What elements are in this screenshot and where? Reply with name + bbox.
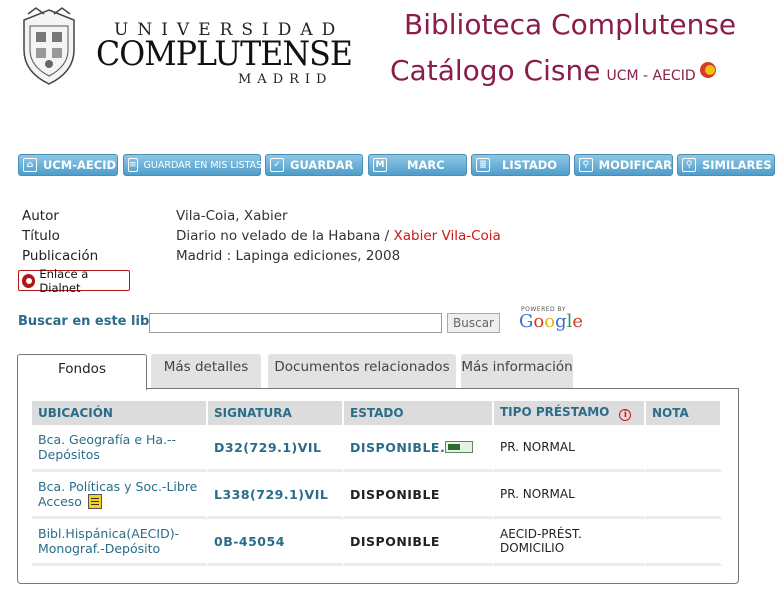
signatura-link[interactable]: L338(729.1)VIL xyxy=(208,472,344,519)
col-signatura: SIGNATURA xyxy=(208,401,344,425)
col-tipo-prestamo: TIPO PRÉSTAMO i xyxy=(494,401,646,425)
google-logo-icon: Google xyxy=(519,311,584,332)
estado-text[interactable]: DISPONIBLE. xyxy=(350,440,445,455)
title-author-link[interactable]: Xabier Vila-Coia xyxy=(394,228,501,244)
tab-mas-informacion[interactable]: Más información xyxy=(461,354,573,388)
search-button[interactable]: Buscar xyxy=(447,313,500,333)
save-button[interactable]: ✓ GUARDAR xyxy=(265,154,363,176)
dialnet-label: Enlace a Dialnet xyxy=(39,266,89,295)
ubicacion-link[interactable]: Bibl.Hispánica(AECID)-Monograf.-Depósito xyxy=(32,519,208,566)
col-estado: ESTADO xyxy=(344,401,494,425)
author-link[interactable]: Vila-Coia, Xabier xyxy=(176,206,288,226)
logo-complutense-text: COMPLUTENSE xyxy=(96,34,353,74)
tab-mas-detalles[interactable]: Más detalles xyxy=(151,354,261,388)
university-crest-icon xyxy=(23,7,75,85)
tab-documentos-relacionados[interactable]: Documentos relacionados xyxy=(268,354,456,388)
tipo-prestamo-cell: AECID-PRÉST. DOMICILIO xyxy=(494,519,646,566)
ucm-aecid-logo-icon xyxy=(699,62,716,78)
search-in-book-label: Buscar en este libro: xyxy=(18,314,170,329)
nota-cell xyxy=(646,425,722,472)
list-icon: ≣ xyxy=(476,158,490,172)
publication-value: Madrid : Lapinga ediciones, 2008 xyxy=(176,248,401,264)
search-modify-icon: ⚲ xyxy=(579,158,593,172)
search-in-book-input[interactable] xyxy=(149,313,442,333)
similar-button[interactable]: ⚲ SIMILARES xyxy=(677,154,775,176)
save-to-lists-button[interactable]: ≡ GUARDAR EN MIS LISTAS xyxy=(123,154,263,176)
publication-label: Publicación xyxy=(22,248,99,264)
tab-fondos[interactable]: Fondos xyxy=(17,354,147,390)
home-icon: ⌂ xyxy=(23,158,37,172)
ucm-logo[interactable]: UNIVERSIDAD COMPLUTENSE MADRID xyxy=(16,6,353,88)
action-toolbar: ⌂ UCM-AECID ≡ GUARDAR EN MIS LISTAS ✓ GU… xyxy=(0,154,783,178)
title-text: Diario no velado de la Habana / xyxy=(176,228,394,244)
dialnet-icon xyxy=(22,273,36,288)
check-icon: ✓ xyxy=(270,158,284,172)
catalog-title: Catálogo Cisne UCM - AECID xyxy=(390,54,716,87)
holdings-header-row: UBICACIÓN SIGNATURA ESTADO TIPO PRÉSTAMO… xyxy=(32,401,722,425)
ubicacion-link[interactable]: Bca. Políticas y Soc.-Libre Acceso xyxy=(38,479,197,509)
modify-search-button[interactable]: ⚲ MODIFICAR xyxy=(574,154,673,176)
catalog-name: Catálogo Cisne xyxy=(390,54,601,87)
table-row: Bca. Políticas y Soc.-Libre Acceso L338(… xyxy=(32,472,722,519)
save-to-lists-button-label: GUARDAR EN MIS LISTAS xyxy=(143,159,263,171)
nota-cell xyxy=(646,472,722,519)
tab-mas-informacion-label: Más información xyxy=(461,359,573,375)
nota-cell xyxy=(646,519,722,566)
list-save-icon: ≡ xyxy=(128,158,138,172)
estado-text: DISPONIBLE xyxy=(344,519,494,566)
table-row: Bca. Geografía e Ha.-- Depósitos D32(729… xyxy=(32,425,722,472)
availability-check-icon[interactable] xyxy=(445,440,474,453)
marc-icon: M xyxy=(373,158,387,172)
table-row: Bibl.Hispánica(AECID)-Monograf.-Depósito… xyxy=(32,519,722,566)
search-similar-icon: ⚲ xyxy=(682,158,696,172)
list-button-label: LISTADO xyxy=(502,158,558,172)
shelf-info-icon[interactable] xyxy=(87,494,102,509)
logo-madrid-text: MADRID xyxy=(238,72,333,87)
estado-text: DISPONIBLE xyxy=(344,472,494,519)
library-title: Biblioteca Complutense xyxy=(404,8,737,41)
title-value: Diario no velado de la Habana / Xabier V… xyxy=(176,226,501,246)
ucm-aecid-button[interactable]: ⌂ UCM-AECID xyxy=(18,154,118,176)
tipo-prestamo-cell: PR. NORMAL xyxy=(494,472,646,519)
tab-documentos-relacionados-label: Documentos relacionados xyxy=(274,359,450,375)
tipo-prestamo-cell: PR. NORMAL xyxy=(494,425,646,472)
ubicacion-link[interactable]: Bca. Geografía e Ha.-- Depósitos xyxy=(32,425,208,472)
author-label: Autor xyxy=(22,208,59,224)
signatura-link[interactable]: D32(729.1)VIL xyxy=(208,425,344,472)
col-tipo-prestamo-label: TIPO PRÉSTAMO xyxy=(500,405,610,419)
ucm-aecid-button-label: UCM-AECID xyxy=(43,158,117,172)
tab-mas-detalles-label: Más detalles xyxy=(163,359,249,375)
marc-button[interactable]: M MARC xyxy=(368,154,467,176)
estado-cell[interactable]: DISPONIBLE. xyxy=(344,425,494,472)
dialnet-link-button[interactable]: Enlace a Dialnet xyxy=(18,267,130,295)
holdings-table: UBICACIÓN SIGNATURA ESTADO TIPO PRÉSTAMO… xyxy=(32,401,722,566)
tab-fondos-label: Fondos xyxy=(58,361,106,377)
catalog-subtitle: UCM - AECID xyxy=(606,68,696,84)
signatura-link[interactable]: 0B-45054 xyxy=(208,519,344,566)
col-ubicacion: UBICACIÓN xyxy=(32,401,208,425)
modify-search-button-label: MODIFICAR xyxy=(598,158,672,172)
info-icon[interactable]: i xyxy=(619,409,632,421)
ubicacion-cell[interactable]: Bca. Políticas y Soc.-Libre Acceso xyxy=(32,472,208,519)
list-button[interactable]: ≣ LISTADO xyxy=(471,154,570,176)
similar-button-label: SIMILARES xyxy=(702,158,772,172)
col-nota: NOTA xyxy=(646,401,722,425)
marc-button-label: MARC xyxy=(407,158,445,172)
save-button-label: GUARDAR xyxy=(290,158,354,172)
powered-by-google[interactable]: POWERED BY Google xyxy=(519,306,583,331)
title-label: Título xyxy=(22,228,60,244)
